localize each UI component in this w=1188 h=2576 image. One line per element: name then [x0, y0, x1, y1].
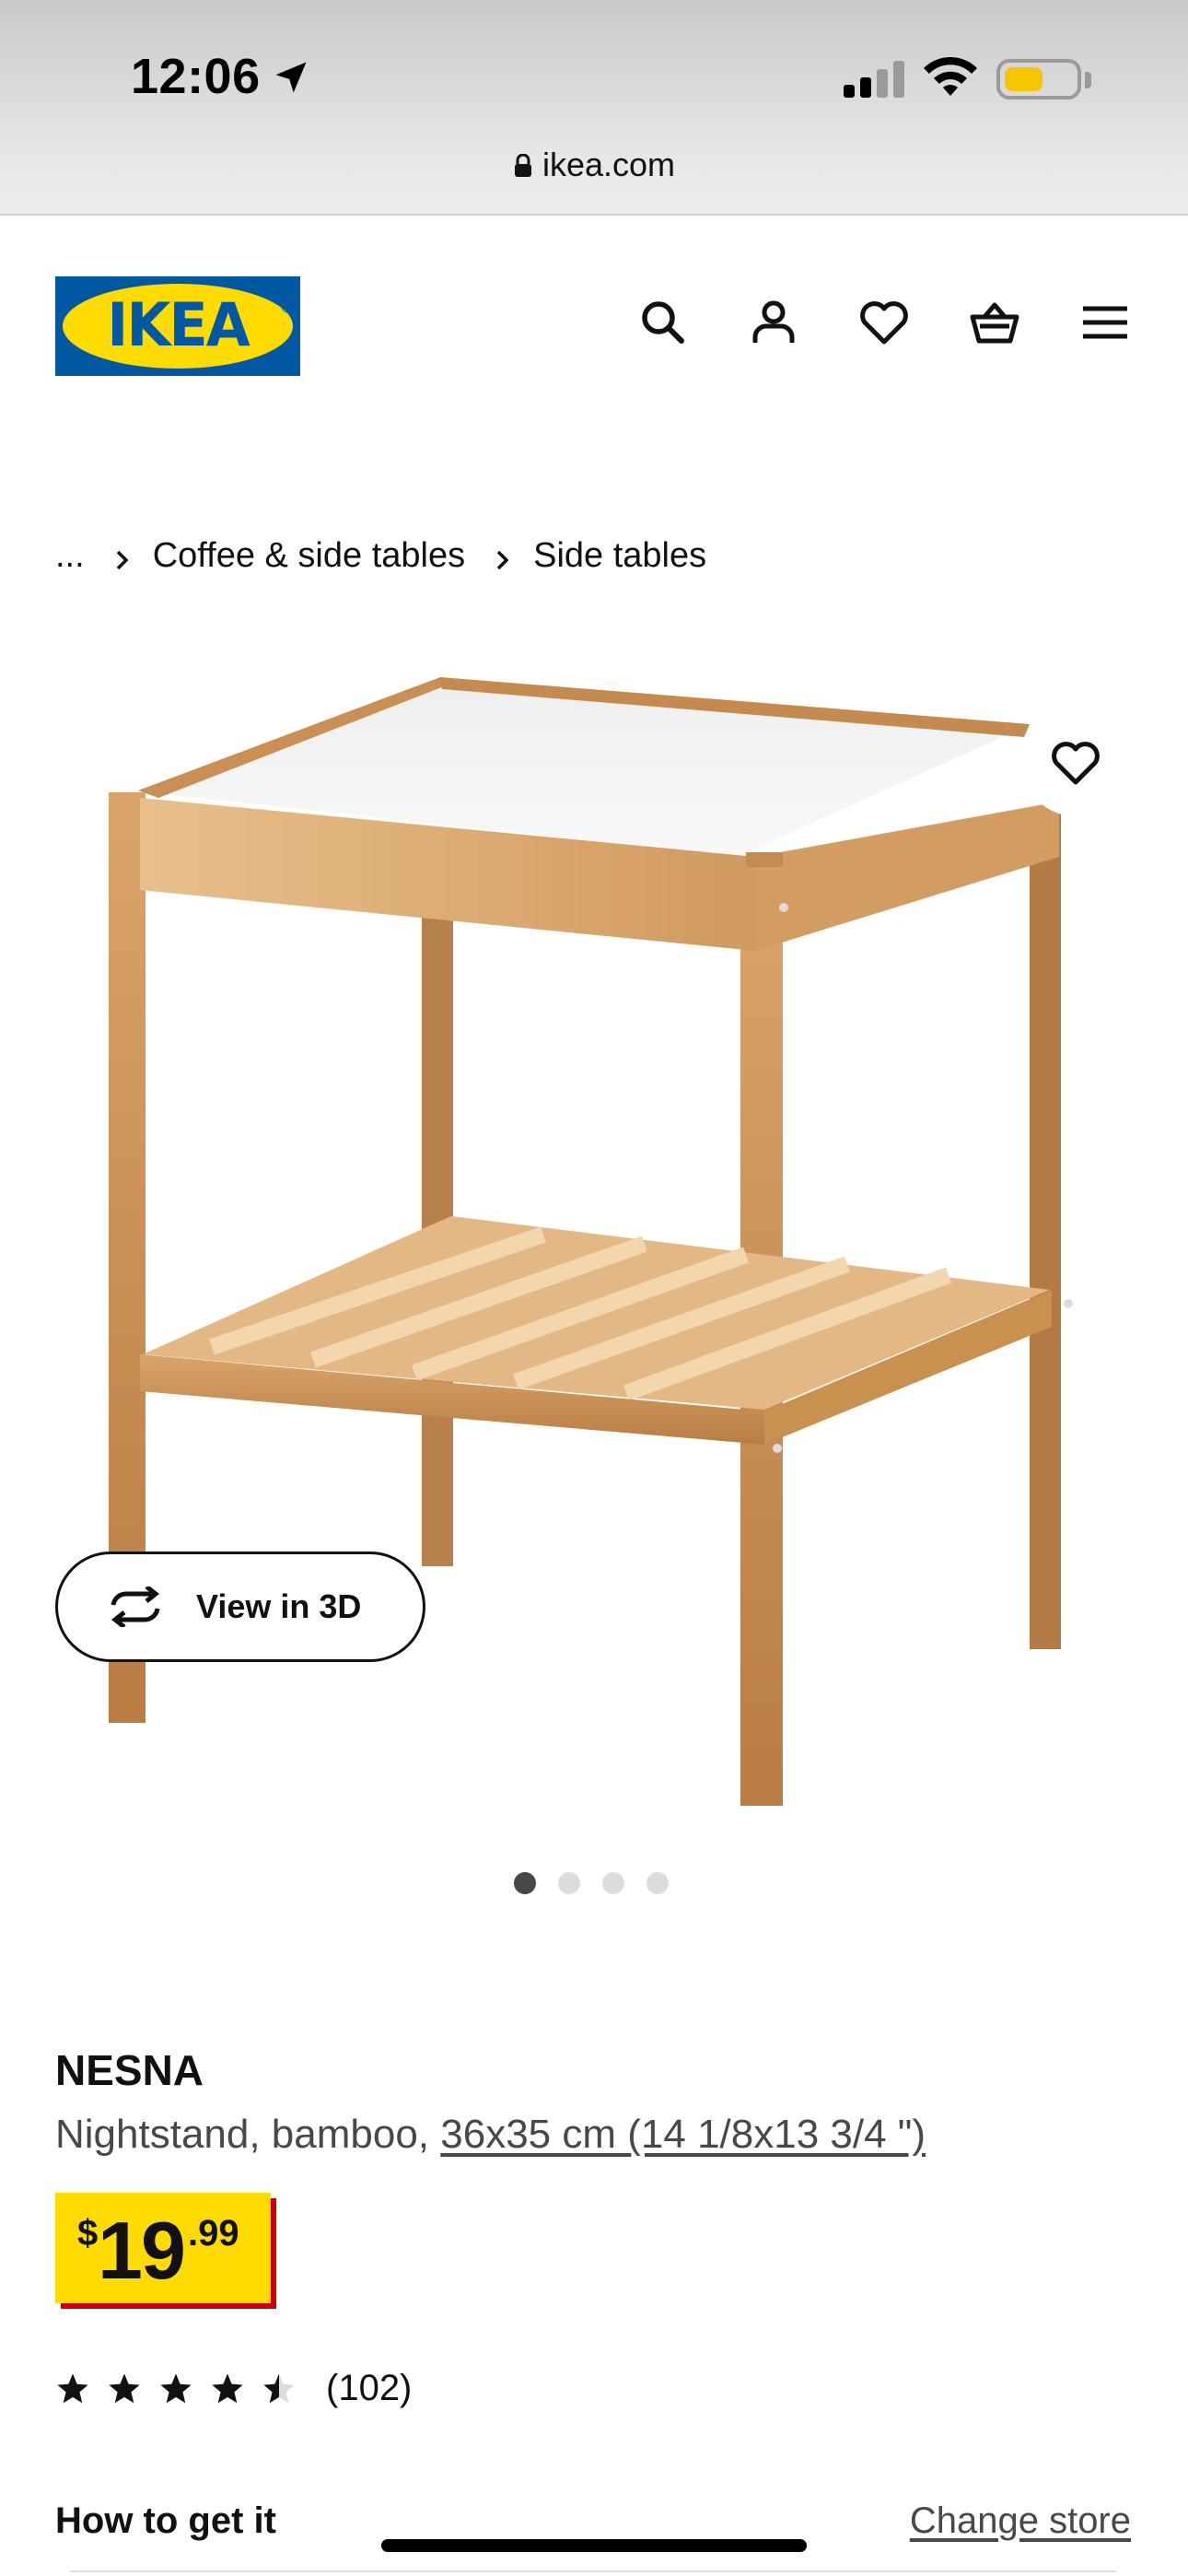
- favourites-button[interactable]: [856, 295, 912, 350]
- status-time: 12:06: [131, 49, 261, 104]
- url-bar[interactable]: ikea.com: [0, 146, 1188, 184]
- wifi-icon: [924, 56, 977, 96]
- gallery-pagination: [514, 1872, 669, 1894]
- change-store-link[interactable]: Change store: [910, 2500, 1131, 2542]
- gallery-dot[interactable]: [514, 1872, 536, 1894]
- price-integer: 19: [98, 2205, 186, 2296]
- price-currency: $: [77, 2213, 99, 2254]
- product-description: Nightstand, bamboo, 36x35 cm (14 1/8x13 …: [55, 2112, 926, 2158]
- price-tag: $ 19 .99: [55, 2193, 271, 2303]
- star-full-icon: [109, 2372, 140, 2403]
- save-to-favourites-button[interactable]: [1022, 709, 1129, 816]
- heart-icon: [1052, 742, 1100, 785]
- breadcrumb-coffee-side-tables[interactable]: Coffee & side tables: [153, 536, 465, 576]
- divider: [70, 2570, 1116, 2572]
- cellular-signal-icon: [844, 61, 904, 98]
- rotate-3d-icon: [111, 1587, 160, 1627]
- price-decimal: .99: [188, 2213, 239, 2254]
- breadcrumb: ... Coffee & side tables Side tables: [55, 536, 706, 576]
- registered-mark: ®: [282, 302, 290, 315]
- cart-button[interactable]: [967, 295, 1022, 350]
- battery-cap: [1085, 72, 1091, 88]
- ikea-logo[interactable]: IKEA ®: [55, 276, 300, 376]
- account-icon: [752, 300, 795, 343]
- chevron-right-icon: [493, 542, 513, 569]
- logo-text: IKEA: [107, 289, 250, 360]
- gallery-dot[interactable]: [646, 1872, 669, 1894]
- search-button[interactable]: [635, 295, 691, 350]
- how-to-get-it-heading: How to get it: [55, 2500, 276, 2541]
- product-type: Nightstand, bamboo,: [55, 2112, 441, 2157]
- menu-button[interactable]: [1077, 295, 1133, 350]
- star-full-icon: [160, 2372, 192, 2403]
- breadcrumb-ellipsis[interactable]: ...: [55, 536, 85, 576]
- star-full-icon: [57, 2372, 88, 2403]
- location-arrow-icon: [275, 62, 307, 93]
- view-in-3d-label: View in 3D: [196, 1587, 362, 1625]
- battery-level: [1005, 67, 1042, 91]
- star-half-icon: [263, 2372, 295, 2403]
- battery-icon: [996, 59, 1081, 100]
- view-in-3d-button[interactable]: View in 3D: [55, 1551, 425, 1662]
- product-rating[interactable]: (102): [55, 2368, 412, 2409]
- gallery-dot[interactable]: [558, 1872, 580, 1894]
- browser-chrome: 12:06 ikea.com: [0, 0, 1188, 216]
- home-indicator[interactable]: [381, 2539, 807, 2552]
- heart-icon: [860, 301, 908, 345]
- url-text: ikea.com: [542, 146, 676, 183]
- chevron-right-icon: [112, 542, 133, 569]
- gallery-dot[interactable]: [602, 1872, 624, 1894]
- lock-icon: [514, 154, 531, 177]
- rating-count: (102): [326, 2368, 413, 2408]
- search-icon: [642, 301, 684, 344]
- star-full-icon: [212, 2372, 243, 2403]
- cart-icon: [970, 302, 1019, 344]
- menu-icon: [1083, 306, 1127, 339]
- product-measurements-link[interactable]: 36x35 cm (14 1/8x13 3/4 "): [440, 2112, 926, 2157]
- product-image[interactable]: [0, 645, 1188, 1843]
- breadcrumb-side-tables[interactable]: Side tables: [533, 536, 706, 576]
- account-button[interactable]: [746, 295, 801, 350]
- product-name: NESNA: [55, 2046, 204, 2094]
